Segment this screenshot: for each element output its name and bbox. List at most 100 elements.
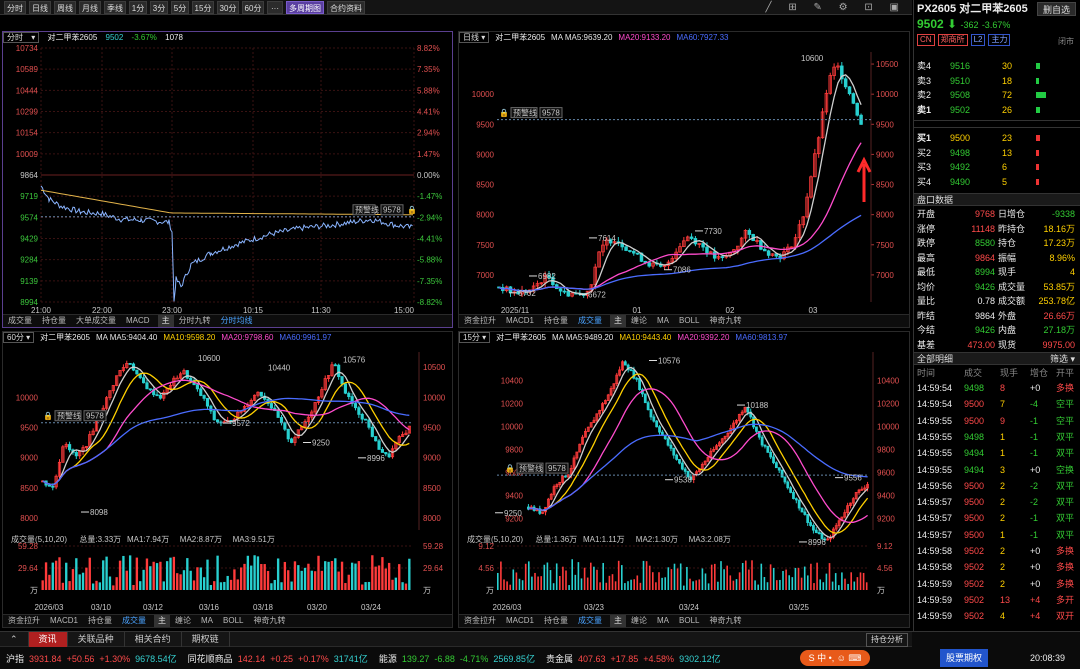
index-name[interactable]: 能源 <box>379 654 397 664</box>
volume-bar <box>68 581 71 590</box>
volume-bar <box>695 580 697 590</box>
index-name[interactable]: 沪指 <box>6 654 24 664</box>
indicator-tab[interactable]: MACD <box>121 315 155 327</box>
collapse-icon[interactable]: ⌃ <box>0 632 29 647</box>
candle-body <box>792 492 795 500</box>
indicator-tab[interactable]: 持仓量 <box>37 315 71 327</box>
indicator-tab[interactable]: 神奇九转 <box>704 615 746 627</box>
period-button-3[interactable]: 月线 <box>79 1 101 14</box>
volume-bar <box>586 577 589 590</box>
period-button-1[interactable]: 日线 <box>29 1 51 14</box>
indicator-tab[interactable]: 神奇九转 <box>704 315 746 327</box>
ime-indicator[interactable]: S 中 •, ☺ ⌨ <box>800 650 870 666</box>
indicator-tab[interactable]: 成交量 <box>3 315 37 327</box>
indicator-tab[interactable]: 分时均线 <box>216 315 258 327</box>
15min-candle-plot[interactable]: 10400 10400 10200 10200 10000 10000 9800 9800 96… <box>459 344 910 616</box>
period-button-9[interactable]: 30分 <box>217 1 239 14</box>
indicator-tab[interactable]: 缠论 <box>626 315 652 327</box>
period-button-11[interactable]: ··· <box>267 1 283 14</box>
pct-tick: -7.35% <box>417 277 442 286</box>
candle-body <box>800 507 804 513</box>
60min-chart-panel[interactable]: 60分 ▾ 对二甲苯2605 MA MA5:9404.40 MA10:9598.20 M… <box>2 331 453 628</box>
intraday-plot[interactable]: 10734 8.82% 10589 7.35% 10444 5.88% 10299 4.41%… <box>3 44 453 316</box>
account-button[interactable]: 股票期权 <box>940 649 989 667</box>
candle-body <box>279 417 284 424</box>
pct-tick: 7.35% <box>417 65 440 74</box>
15min-chart-panel[interactable]: 15分 ▾ 对二甲苯2605 MA MA5:9489.20 MA10:9443.40 M… <box>458 331 910 628</box>
index-name[interactable]: 同花顺商品 <box>188 654 233 664</box>
warn-label: 预警线 <box>57 411 81 421</box>
candle-body <box>638 378 641 390</box>
volume-bar <box>276 558 280 590</box>
indicator-tab[interactable]: 主 <box>610 615 627 627</box>
info-tab-1[interactable]: 关联品种 <box>68 632 125 647</box>
indicator-tab[interactable]: 分时九转 <box>174 315 216 327</box>
indicator-tab[interactable]: MACD1 <box>501 315 539 327</box>
candle-body <box>809 522 812 526</box>
indicator-tab[interactable]: BOLL <box>218 615 248 627</box>
indicator-tab[interactable]: 资金拉升 <box>459 615 501 627</box>
indicator-tab[interactable]: 资金拉升 <box>3 615 45 627</box>
indicator-tab[interactable]: BOLL <box>674 315 704 327</box>
daily-chart-panel[interactable]: 日线 ▾ 对二甲苯2605 MA MA5:9639.20 MA20:9133.20 MA… <box>458 31 910 328</box>
volume-bar <box>350 562 354 590</box>
candle-body <box>384 452 388 455</box>
stat-value: 4 <box>1069 267 1075 277</box>
indicator-tab[interactable]: 成交量 <box>117 615 151 627</box>
indicator-tab[interactable]: 资金拉升 <box>459 315 501 327</box>
period-select[interactable]: 日线 ▾ <box>459 32 490 43</box>
ticks-col-3: 增仓 <box>1030 368 1049 378</box>
indicator-tab[interactable]: 主 <box>157 315 174 327</box>
candle-body <box>783 476 787 483</box>
volume-bar <box>580 578 583 590</box>
daily-candle-plot[interactable]: 10500 10000 9500 9000 8500 8000 7500 7000 10000 9… <box>459 44 910 316</box>
indicator-tab[interactable]: 缠论 <box>626 615 652 627</box>
position-analysis-button[interactable]: 持仓分析 <box>866 633 908 647</box>
indicator-tab[interactable]: MACD1 <box>501 615 539 627</box>
filter-button[interactable]: 筛选 ▾ <box>1050 353 1075 366</box>
stat-value: 253.78亿 <box>1038 296 1075 306</box>
period-button-6[interactable]: 3分 <box>150 1 168 14</box>
tick-cell: 9502 <box>964 546 985 556</box>
tick-cell: 2 <box>1000 480 1006 491</box>
period-button-10[interactable]: 60分 <box>242 1 264 14</box>
info-tab-3[interactable]: 期权链 <box>182 632 230 647</box>
period-select[interactable]: 60分 ▾ <box>3 332 35 343</box>
indicator-tab[interactable]: 持仓量 <box>83 615 117 627</box>
indicator-tab[interactable]: 神奇九转 <box>248 615 290 627</box>
indicator-tab[interactable]: MACD1 <box>45 615 83 627</box>
period-button-2[interactable]: 周线 <box>54 1 76 14</box>
level-volume: 13 <box>1002 147 1013 158</box>
indicator-tab[interactable]: MA <box>652 615 674 627</box>
period-button-4[interactable]: 季线 <box>104 1 126 14</box>
period-button-7[interactable]: 5分 <box>171 1 189 14</box>
60min-candle-plot[interactable]: 10000 9500 9000 8500 8000 10500 10000 9500 9000 8… <box>3 344 453 616</box>
indicator-tab[interactable]: 成交量 <box>573 315 607 327</box>
intraday-chart-panel[interactable]: 分时 ▾ 对二甲苯2605 9502 -3.67% 1078 10734 8.82… <box>2 31 453 328</box>
remove-watchlist-button[interactable]: 删自选 <box>1036 2 1076 16</box>
drawing-tools[interactable]: ╱ ⊞ ✎ ⚙ ⊡ ▣ <box>766 2 906 13</box>
period-button-12[interactable]: 多周期图 <box>286 1 324 14</box>
indicator-tab[interactable]: 成交量 <box>573 615 607 627</box>
indicator-tab[interactable]: 主 <box>154 615 171 627</box>
candle-body <box>655 420 659 428</box>
info-tab-2[interactable]: 相关合约 <box>125 632 182 647</box>
indicator-tab[interactable]: 持仓量 <box>539 315 573 327</box>
indicator-tab[interactable]: 持仓量 <box>539 615 573 627</box>
period-button-13[interactable]: 合约资料 <box>327 1 365 14</box>
indicator-tab[interactable]: 大单成交量 <box>71 315 121 327</box>
period-button-0[interactable]: 分时 <box>4 1 26 14</box>
indicator-tab[interactable]: 缠论 <box>170 615 196 627</box>
period-button-8[interactable]: 15分 <box>192 1 214 14</box>
volume-bar <box>627 581 629 590</box>
volume-bar <box>1036 63 1040 69</box>
indicator-tab[interactable]: MA <box>196 615 218 627</box>
period-select[interactable]: 分时 ▾ <box>3 32 40 43</box>
indicator-tab[interactable]: BOLL <box>674 615 704 627</box>
period-select[interactable]: 15分 ▾ <box>459 332 491 343</box>
index-name[interactable]: 贵金属 <box>546 654 573 664</box>
info-tab-0[interactable]: 资讯 <box>28 632 68 647</box>
indicator-tab[interactable]: 主 <box>610 315 627 327</box>
indicator-tab[interactable]: MA <box>652 315 674 327</box>
period-button-5[interactable]: 1分 <box>129 1 147 14</box>
